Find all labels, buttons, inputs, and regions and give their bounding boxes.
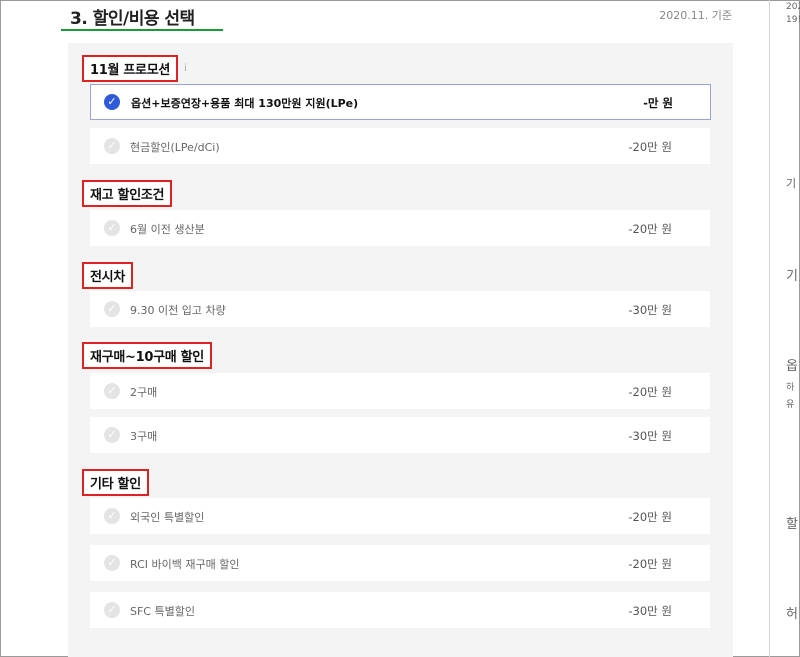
- check-icon[interactable]: ✓: [104, 301, 120, 317]
- side-text: 옵: [786, 359, 798, 374]
- option-label: 6월 이전 생산분: [130, 223, 205, 236]
- option-amount: -20만 원: [628, 140, 672, 154]
- check-icon[interactable]: ✓: [104, 427, 120, 443]
- side-text: 유: [786, 400, 795, 410]
- section-title: 기타 할인: [82, 469, 149, 496]
- option-amount: -20만 원: [628, 222, 672, 236]
- side-text: 19!: [786, 15, 800, 25]
- option-amount: -20만 원: [628, 557, 672, 571]
- side-text: 할: [786, 517, 798, 532]
- side-text: 기: [786, 269, 798, 284]
- discount-option[interactable]: ✓ 2구매 -20만 원: [90, 373, 710, 409]
- check-icon[interactable]: ✓: [104, 508, 120, 524]
- option-label: 현금할인(LPe/dCi): [130, 141, 220, 154]
- check-icon[interactable]: ✓: [104, 138, 120, 154]
- option-label: 3구매: [130, 430, 158, 443]
- check-icon[interactable]: ✓: [104, 383, 120, 399]
- section-title: 재고 할인조건: [82, 180, 173, 207]
- check-icon[interactable]: ✓: [104, 94, 120, 110]
- check-icon[interactable]: ✓: [104, 220, 120, 236]
- side-text: 하: [786, 383, 795, 393]
- side-text: 202: [786, 2, 800, 12]
- check-icon[interactable]: ✓: [104, 602, 120, 618]
- panel-divider: [769, 0, 770, 657]
- side-text[interactable]: 기: [786, 175, 796, 191]
- option-label: 옵션+보증연장+용품 최대 130만원 지원(LPe): [131, 97, 359, 110]
- option-amount: -20만 원: [628, 510, 672, 524]
- section-title: 11월 프로모션: [82, 55, 179, 82]
- discount-option[interactable]: ✓ 6월 이전 생산분 -20만 원: [90, 210, 710, 246]
- page-title: 3. 할인/비용 선택: [70, 9, 195, 29]
- option-amount: -30만 원: [628, 429, 672, 443]
- info-icon[interactable]: i: [184, 63, 187, 74]
- discount-option[interactable]: ✓ 외국인 특별할인 -20만 원: [90, 498, 710, 534]
- option-label: RCI 바이백 재구매 할인: [130, 558, 240, 571]
- option-label: 2구매: [130, 386, 158, 399]
- check-icon[interactable]: ✓: [104, 555, 120, 571]
- discount-option[interactable]: ✓ 옵션+보증연장+용품 최대 130만원 지원(LPe) -만 원: [90, 84, 711, 120]
- option-amount: -30만 원: [628, 604, 672, 618]
- option-amount: -30만 원: [628, 303, 672, 317]
- title-underline: [61, 29, 223, 31]
- option-amount: -만 원: [643, 96, 673, 110]
- discount-option[interactable]: ✓ SFC 특별할인 -30만 원: [90, 592, 710, 628]
- discount-option[interactable]: ✓ 현금할인(LPe/dCi) -20만 원: [90, 128, 710, 164]
- discount-panel: 11월 프로모션 i ✓ 옵션+보증연장+용품 최대 130만원 지원(LPe)…: [68, 43, 733, 657]
- option-amount: -20만 원: [628, 385, 672, 399]
- side-text: 허: [786, 607, 798, 622]
- option-label: 9.30 이전 입고 차량: [130, 304, 226, 317]
- section-title: 전시차: [82, 262, 133, 289]
- discount-option[interactable]: ✓ 3구매 -30만 원: [90, 417, 710, 453]
- option-label: 외국인 특별할인: [130, 511, 205, 524]
- section-title: 재구매~10구매 할인: [82, 342, 212, 369]
- discount-option[interactable]: ✓ 9.30 이전 입고 차량 -30만 원: [90, 291, 710, 327]
- as-of-date: 2020.11. 기준: [659, 9, 732, 22]
- option-label: SFC 특별할인: [130, 605, 195, 618]
- discount-option[interactable]: ✓ RCI 바이백 재구매 할인 -20만 원: [90, 545, 710, 581]
